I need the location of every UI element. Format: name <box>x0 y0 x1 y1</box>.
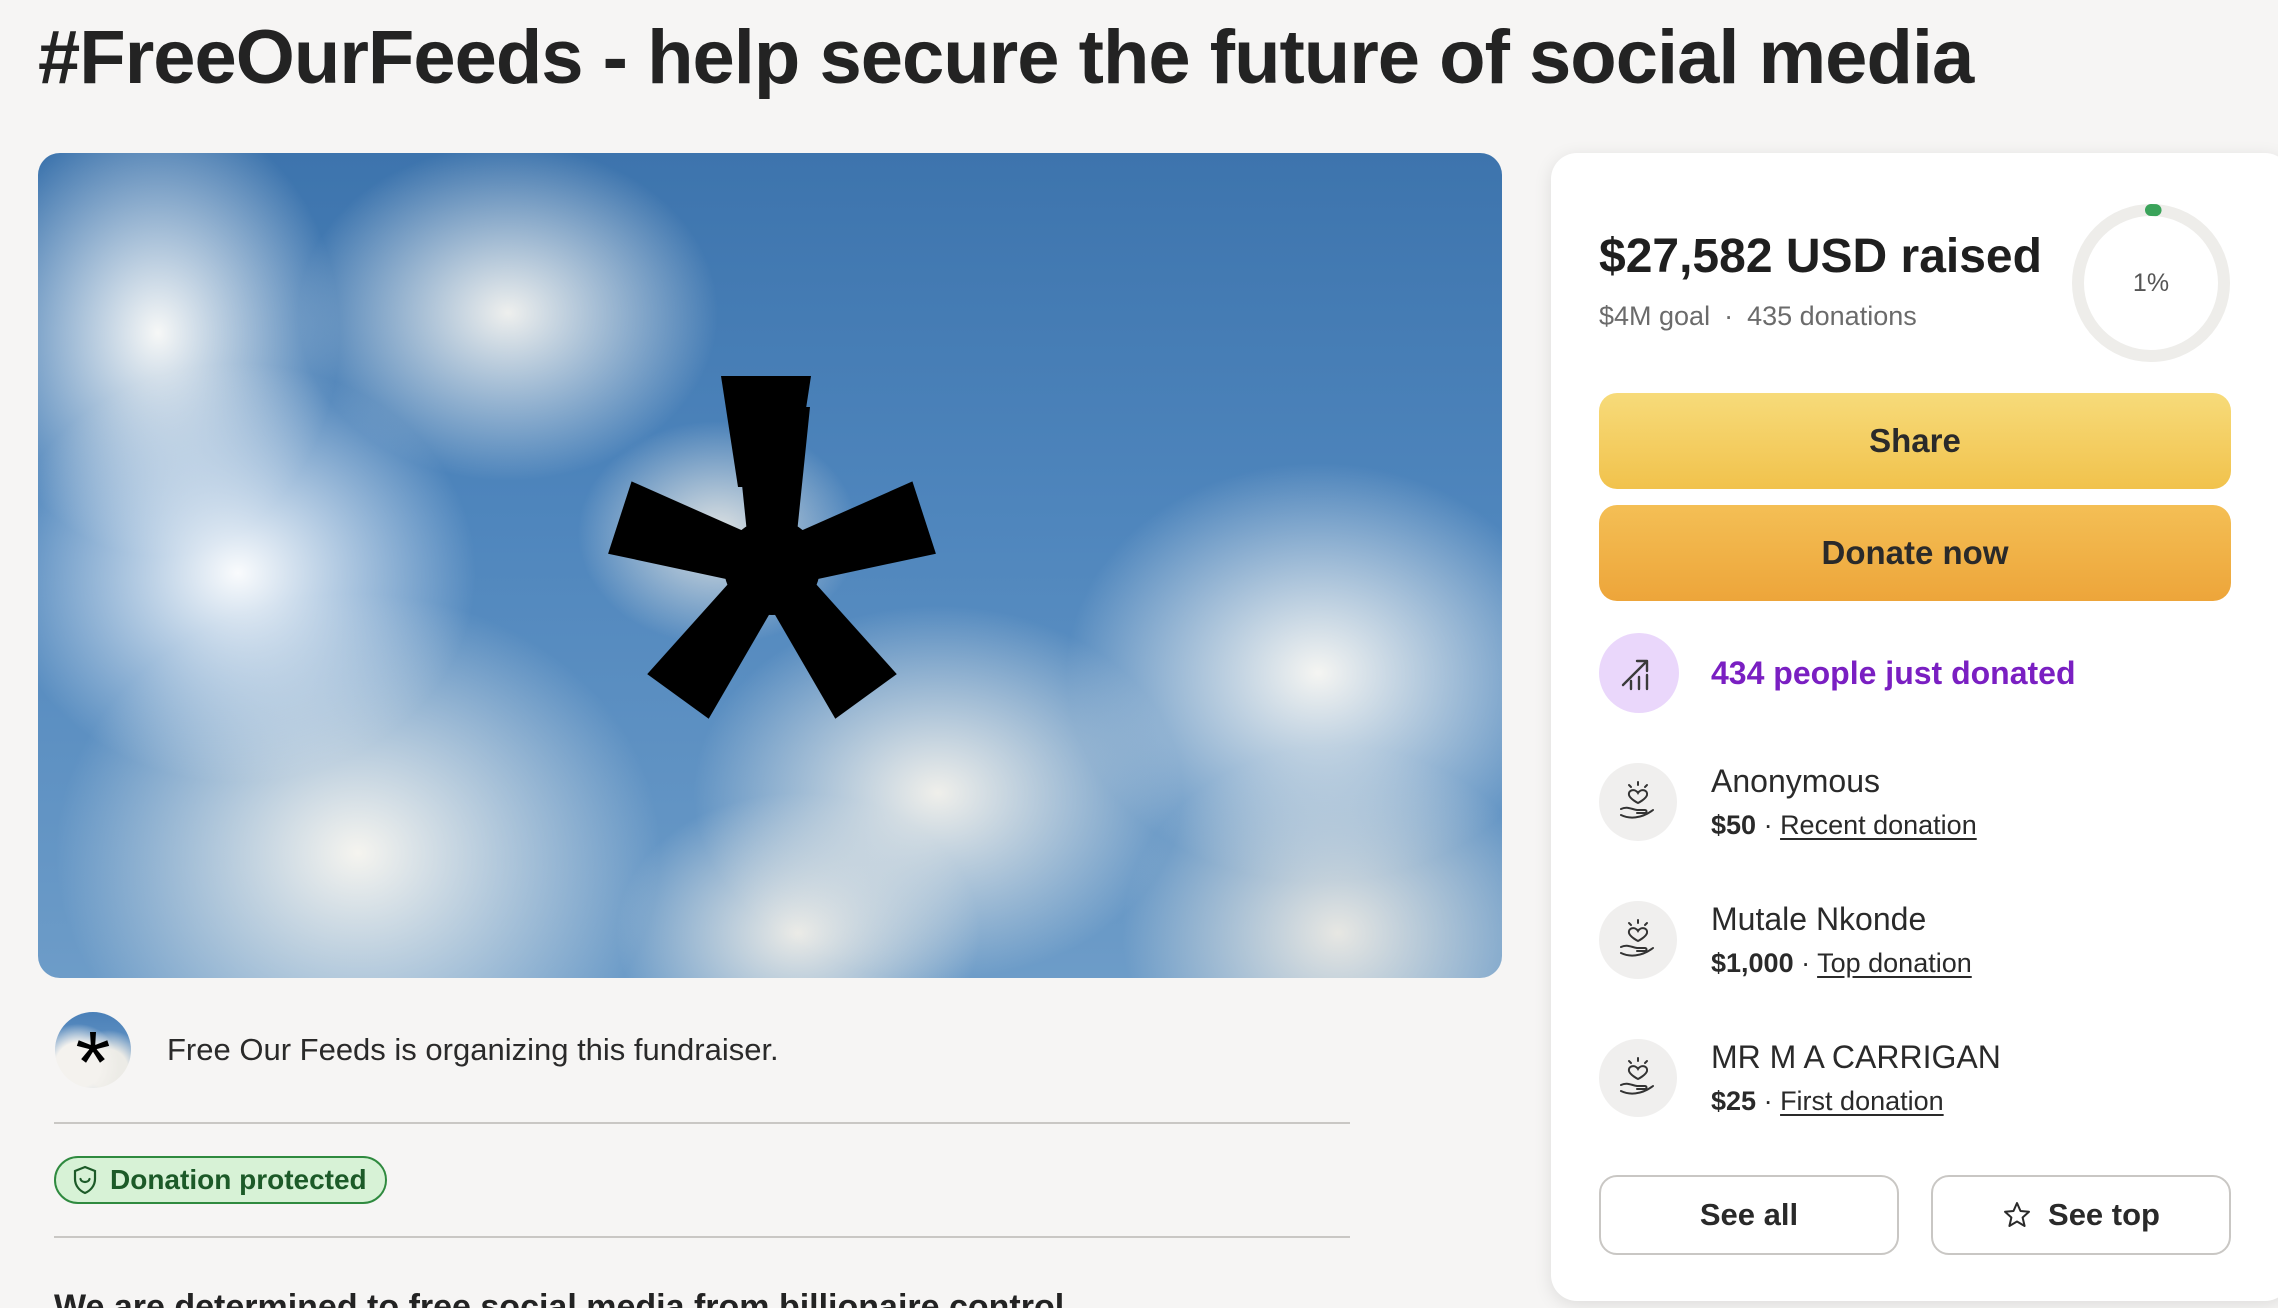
see-all-button[interactable]: See all <box>1599 1175 1899 1255</box>
divider <box>54 1236 1350 1238</box>
donor-item: MR M A CARRIGAN $25 · First donation <box>1599 1039 2001 1117</box>
goal-line: $4M goal · 435 donations <box>1599 301 1917 332</box>
first-donation-link[interactable]: First donation <box>1780 1086 1944 1116</box>
progress-percent: 1% <box>2132 268 2170 297</box>
donor-item: Mutale Nkonde $1,000 · Top donation <box>1599 901 1972 979</box>
donor-name: Anonymous <box>1711 763 1880 799</box>
heart-hand-icon <box>1599 1039 1677 1117</box>
donation-count: 435 donations <box>1747 301 1917 331</box>
recent-activity: 434 people just donated <box>1599 633 2076 713</box>
trending-up-icon <box>1599 633 1679 713</box>
separator: · <box>1756 1086 1781 1116</box>
shield-icon <box>73 1165 97 1195</box>
donate-now-button[interactable]: Donate now <box>1599 505 2231 601</box>
asterisk-icon <box>76 1032 110 1063</box>
goal-amount: $4M goal <box>1599 301 1711 331</box>
donor-amount: $25 <box>1711 1086 1757 1116</box>
donation-protected-label: Donation protected <box>110 1164 367 1195</box>
organizer-row: Free Our Feeds is organizing this fundra… <box>55 1012 779 1088</box>
share-button[interactable]: Share <box>1599 393 2231 489</box>
separator: · <box>1756 810 1781 840</box>
campaign-hero-image <box>38 153 1502 978</box>
asterisk-logo-icon <box>608 376 936 719</box>
organizer-avatar[interactable] <box>55 1012 131 1088</box>
donor-name: Mutale Nkonde <box>1711 901 1927 937</box>
star-icon <box>2004 1202 2031 1227</box>
donation-panel: $27,582 USD raised $4M goal · 435 donation… <box>1551 153 2278 1301</box>
see-top-label: See top <box>2048 1197 2160 1232</box>
divider <box>54 1122 1350 1124</box>
description-first-line: We are determined to free social media f… <box>54 1288 1065 1308</box>
heart-hand-icon <box>1599 901 1677 979</box>
donor-amount: $1,000 <box>1711 948 1794 978</box>
heart-hand-icon <box>1599 763 1677 841</box>
organizer-text: Free Our Feeds is organizing this fundra… <box>167 1032 779 1067</box>
donation-protected-badge[interactable]: Donation protected <box>54 1156 387 1204</box>
amount-raised: $27,582 USD raised <box>1599 230 2042 283</box>
page-title: #FreeOurFeeds - help secure the future o… <box>38 15 1974 100</box>
top-donation-link[interactable]: Top donation <box>1817 948 1972 978</box>
donor-name: MR M A CARRIGAN <box>1711 1039 2001 1075</box>
see-top-button[interactable]: See top <box>1931 1175 2231 1255</box>
activity-text: 434 people just donated <box>1711 654 2076 691</box>
separator: · <box>1793 948 1818 978</box>
separator: · <box>1724 301 1734 331</box>
recent-donation-link[interactable]: Recent donation <box>1780 810 1977 840</box>
donor-item: Anonymous $50 · Recent donation <box>1599 763 1977 841</box>
donor-amount: $50 <box>1711 810 1757 840</box>
